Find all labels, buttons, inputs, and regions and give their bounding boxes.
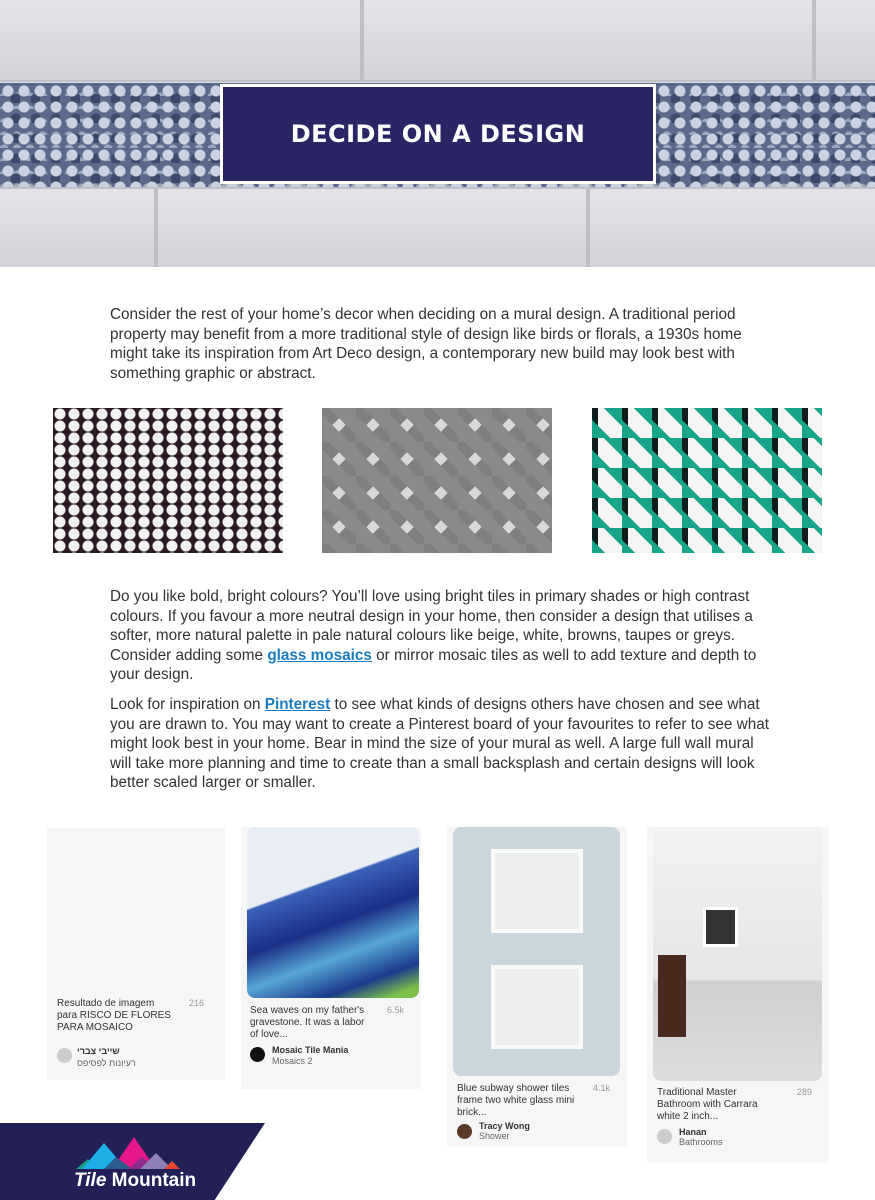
user-avatar <box>657 1129 672 1144</box>
pin-board[interactable]: Mosaics 2 <box>272 1056 313 1066</box>
pin-card[interactable]: Blue subway shower tiles frame two white… <box>447 827 627 1147</box>
pin-caption: Blue subway shower tiles frame two white… <box>457 1083 575 1118</box>
pin-image <box>247 827 419 998</box>
user-avatar <box>457 1124 472 1139</box>
page-title: DECIDE ON A DESIGN <box>220 84 656 184</box>
pin-board[interactable]: Shower <box>479 1131 510 1141</box>
pin-save-count: 289 <box>797 1087 813 1097</box>
mountain-logo-icon <box>76 1137 180 1169</box>
pin-image <box>53 828 217 990</box>
tile-mountain-logo: Tile Mountain <box>74 1170 196 1192</box>
logo-text: Tile <box>74 1170 107 1191</box>
intro-paragraph: Consider the rest of your home’s decor w… <box>110 306 742 382</box>
pin-board[interactable]: Bathrooms <box>679 1137 723 1147</box>
colour-paragraph: Do you like bold, bright colours? You’ll… <box>110 587 770 685</box>
pin-user[interactable]: Hanan <box>679 1127 707 1137</box>
hero-banner: DECIDE ON A DESIGN <box>0 0 875 267</box>
user-avatar <box>250 1047 265 1062</box>
grey-square-tile-photo <box>322 408 552 553</box>
pin-image <box>653 827 822 1081</box>
pin-save-count: 6.5k <box>387 1005 405 1015</box>
glass-mosaics-link[interactable]: glass mosaics <box>267 647 372 664</box>
pin-card[interactable]: Resultado de imagem para RISCO DE FLORES… <box>47 828 225 1080</box>
pin-user[interactable]: Tracy Wong <box>479 1121 530 1131</box>
logo-text: Mountain <box>106 1170 197 1191</box>
pin-caption: Traditional Master Bathroom with Carrara… <box>657 1087 758 1122</box>
pin-image <box>453 827 620 1076</box>
pinterest-link[interactable]: Pinterest <box>265 696 330 713</box>
pin-save-count: 216 <box>189 998 205 1008</box>
pin-caption: Resultado de imagem para RISCO DE FLORES… <box>57 998 171 1033</box>
hex-tile-floor-photo <box>53 408 283 553</box>
user-avatar <box>57 1048 72 1063</box>
text: Look for inspiration on <box>110 696 265 713</box>
pin-user[interactable]: שייבי צברי <box>77 1046 120 1056</box>
pin-save-count: 4.1k <box>593 1083 611 1093</box>
inspiration-paragraph: Look for inspiration on Pinterest to see… <box>110 695 770 793</box>
pin-card[interactable]: Sea waves on my father's gravestone. It … <box>241 827 421 1089</box>
pin-user[interactable]: Mosaic Tile Mania <box>272 1045 348 1055</box>
pin-caption: Sea waves on my father's gravestone. It … <box>250 1005 365 1040</box>
pin-card[interactable]: Traditional Master Bathroom with Carrara… <box>647 827 829 1163</box>
pin-board[interactable]: רעיונות לפסיפס <box>77 1058 136 1068</box>
green-geometric-tile-photo <box>592 408 822 553</box>
